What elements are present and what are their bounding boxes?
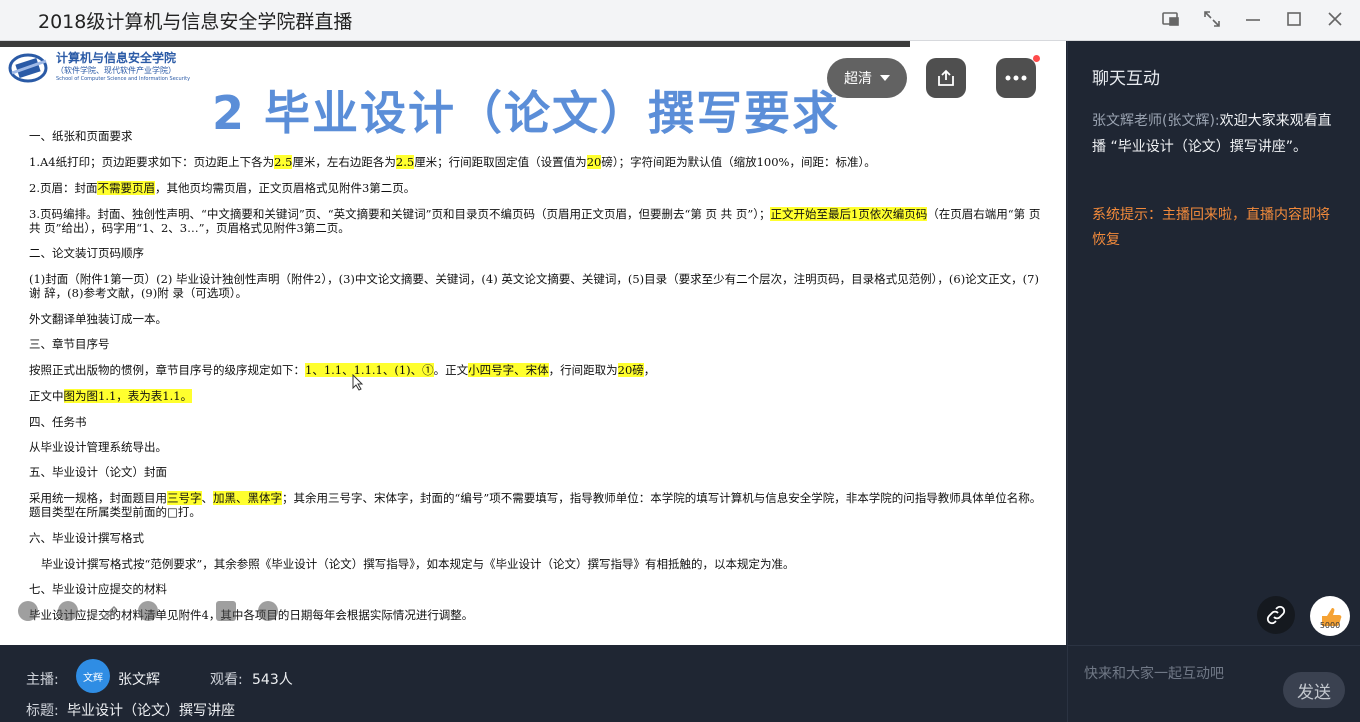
viewers-count: 543人	[252, 672, 293, 688]
doc-line: 从毕业设计管理系统导出。	[29, 440, 167, 454]
doc-line: 正文中图为图1.1，表为表1.1。	[29, 389, 193, 403]
notification-dot	[1033, 55, 1040, 62]
section-heading: 四、任务书	[29, 415, 87, 429]
avatar[interactable]: 文辉	[76, 659, 110, 693]
chat-message: 张文辉老师(张文辉):欢迎大家来观看直播 “毕业设计（论文）撰写讲座”。	[1092, 108, 1337, 160]
host-name: 张文辉	[118, 672, 160, 688]
viewers-label: 观看:	[210, 672, 243, 688]
chevron-down-icon	[880, 75, 890, 81]
host-label: 主播:	[26, 672, 59, 688]
chat-input[interactable]	[1082, 662, 1266, 686]
live-info-bar: 主播: 文辉 张文辉 观看: 543人 标题: 毕业设计（论文）撰写讲座	[0, 645, 1066, 721]
doc-line: 按照正式出版物的惯例，章节目序号的级序规定如下：1、1.1、1.1.1、(1)、…	[29, 363, 656, 377]
doc-line: 采用统一规格，封面题目用三号字、加黑、黑体字；其余用三号字、宋体字，封面的“编号…	[29, 491, 1042, 519]
logo-name: 计算机与信息安全学院	[56, 51, 177, 65]
logo-english: School of Computer Science and Informati…	[56, 76, 191, 82]
fullscreen-button[interactable]	[1199, 6, 1225, 32]
system-notice: 系统提示：主播回来啦，直播内容即将恢复	[1092, 207, 1330, 248]
chat-input-bar: 发送	[1067, 645, 1360, 722]
section-heading: 三、章节目序号	[29, 337, 110, 351]
send-button[interactable]: 发送	[1283, 672, 1345, 708]
like-count: 5000	[1319, 621, 1341, 630]
logo-subtitle: （软件学院、现代软件产业学院）	[56, 66, 176, 75]
link-button[interactable]	[1257, 596, 1295, 634]
fullscreen-icon[interactable]	[138, 601, 158, 621]
window-title: 2018级计算机与信息安全学院群直播	[38, 11, 353, 33]
chat-header: 聊天互动	[1092, 69, 1160, 89]
mouse-cursor-icon	[352, 374, 364, 391]
maximize-button[interactable]	[1281, 6, 1307, 32]
section-heading: 七、毕业设计应提交的材料	[29, 582, 167, 596]
quality-label: 超清	[844, 71, 872, 87]
picture-in-picture-button[interactable]	[1158, 6, 1184, 32]
doc-line: 毕业设计撰写格式按“范例要求”，其余参照《毕业设计（论文）撰写指导》，如本规定与…	[41, 557, 795, 571]
more-dots-icon	[1005, 75, 1027, 81]
pen-icon[interactable]	[100, 601, 120, 621]
school-logo-icon	[8, 53, 48, 83]
maximize-icon	[1287, 12, 1301, 26]
previous-icon[interactable]	[18, 601, 38, 621]
slide-control-row	[18, 601, 298, 625]
chat-panel: 聊天互动 张文辉老师(张文辉):欢迎大家来观看直播 “毕业设计（论文）撰写讲座”…	[1067, 41, 1360, 645]
next-icon[interactable]	[58, 601, 78, 621]
share-button[interactable]	[926, 58, 966, 98]
school-logo: 计算机与信息安全学院 （软件学院、现代软件产业学院） School of Com…	[8, 47, 198, 89]
more-options-icon[interactable]	[258, 601, 278, 621]
doc-line: 3.页码编排。封面、独创性声明、“中文摘要和关键词”页、“英文摘要和关键词”页和…	[29, 207, 1041, 235]
thumbs-up-icon	[1322, 608, 1342, 626]
picture-in-picture-icon	[1162, 12, 1179, 26]
expand-icon	[1204, 11, 1220, 27]
message-author: 张文辉老师(张文辉):	[1092, 113, 1220, 129]
like-button[interactable]	[1310, 596, 1350, 636]
section-heading: 六、毕业设计撰写格式	[29, 531, 144, 545]
minimize-button[interactable]	[1240, 6, 1266, 32]
quality-select[interactable]: 超清	[827, 58, 907, 98]
section-heading: 五、毕业设计（论文）封面	[29, 465, 167, 479]
minimize-icon	[1246, 19, 1260, 21]
close-button[interactable]	[1322, 6, 1348, 32]
topic-label: 标题:	[26, 703, 59, 719]
doc-line: 外文翻译单独装订成一本。	[29, 312, 167, 326]
slides-icon[interactable]	[216, 601, 236, 621]
window-titlebar: 2018级计算机与信息安全学院群直播	[0, 0, 1360, 41]
close-icon	[1328, 12, 1342, 26]
topic-text: 毕业设计（论文）撰写讲座	[67, 703, 235, 719]
section-heading: 一、纸张和页面要求	[29, 129, 133, 143]
live-video-area[interactable]: 计算机与信息安全学院 （软件学院、现代软件产业学院） School of Com…	[0, 41, 1066, 645]
doc-line: 1.A4纸打印；页边距要求如下：页边距上下各为2.5厘米，左右边距各为2.5厘米…	[29, 155, 876, 169]
more-button[interactable]	[996, 58, 1036, 98]
section-heading: 二、论文装订页码顺序	[29, 246, 144, 260]
share-icon	[938, 69, 954, 86]
link-icon	[1266, 605, 1286, 625]
doc-line: 2.页眉：封面不需要页眉，其他页均需页眉，正文页眉格式见附件3第二页。	[29, 181, 416, 195]
doc-line: (1)封面（附件1第一页）(2) 毕业设计独创性声明（附件2），(3)中文论文摘…	[29, 272, 1039, 300]
